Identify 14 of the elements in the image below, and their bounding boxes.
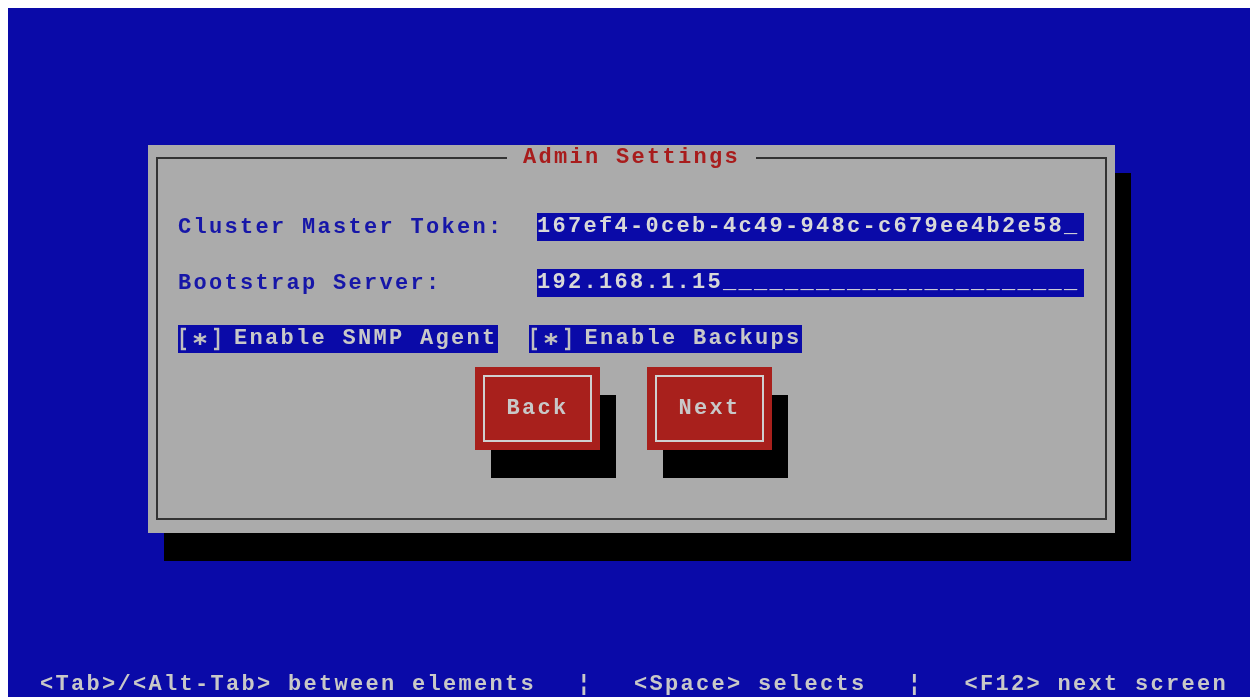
field-label: Cluster Master Token: [178, 214, 505, 240]
help-text: ¦ [907, 673, 924, 697]
input-field[interactable]: 192.168.1.15_______________________ [537, 269, 1084, 297]
input-field[interactable]: 167ef4-0ceb-4c49-948c-c679ee4b2e58_ [537, 213, 1084, 241]
help-text: <Space> selects [633, 673, 867, 697]
checkbox-option[interactable]: Enable Backups [528, 325, 802, 353]
help-text: <F12> next screen [964, 673, 1228, 697]
field-label: Bootstrap Server: [178, 270, 443, 296]
checkbox-option[interactable]: Enable SNMP Agent [178, 325, 498, 353]
help-text: ¦ [577, 673, 593, 697]
checkbox[interactable] [180, 327, 220, 351]
help-text: <Tab>/<Alt-Tab> between elements [40, 673, 537, 697]
dialog-title: Admin Settings [522, 145, 741, 171]
checkbox[interactable] [530, 327, 571, 351]
